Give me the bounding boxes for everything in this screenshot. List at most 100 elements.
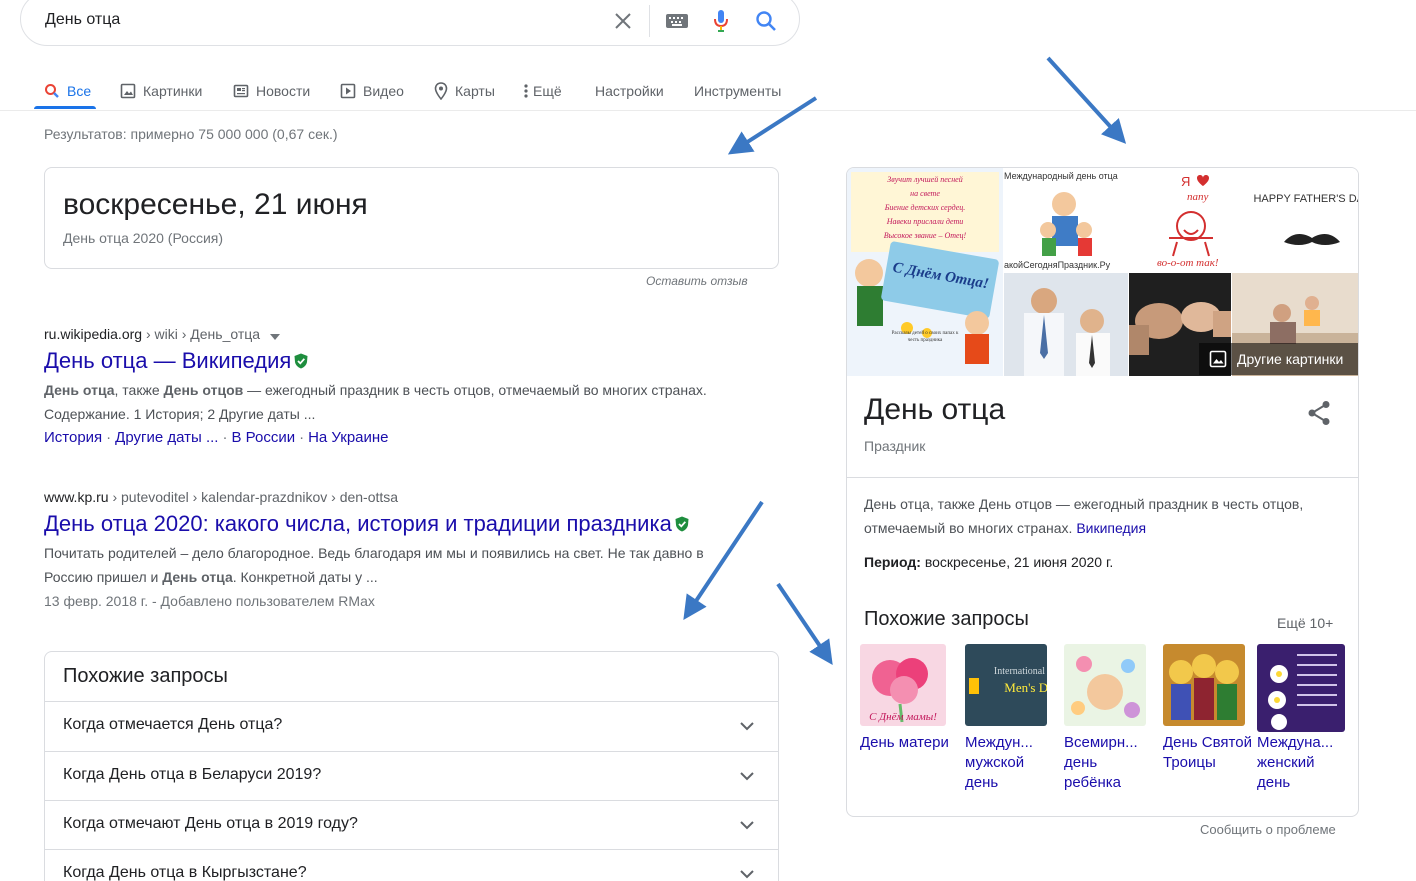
kp-subtitle: Праздник <box>864 438 926 454</box>
tab-tools[interactable]: Инструменты <box>694 76 781 106</box>
chevron-down-icon <box>740 866 754 881</box>
report-problem-link[interactable]: Сообщить о проблеме <box>1200 822 1336 837</box>
more-vert-icon <box>524 84 528 98</box>
thumb-text: Men's DAY <box>1004 680 1047 695</box>
image-caption: во-о-от так! <box>1157 257 1219 269</box>
poem-line: Навеки прислали дети <box>886 217 964 226</box>
poem-line: Биение детских сердец. <box>884 203 966 212</box>
search-result: www.kp.ru › putevoditel › kalendar-prazd… <box>44 487 744 613</box>
tab-maps[interactable]: Карты <box>434 76 495 106</box>
search-box[interactable]: День отца <box>20 0 800 46</box>
tab-more[interactable]: Ещё <box>524 76 562 106</box>
date-answer-card: воскресенье, 21 июня День отца 2020 (Рос… <box>44 167 779 269</box>
tab-news[interactable]: Новости <box>233 76 310 106</box>
image-caption: Международный день отца <box>1004 171 1118 181</box>
search-icon[interactable] <box>753 7 779 35</box>
related-entity-womens-day[interactable]: Междуна... женский день <box>1257 644 1347 793</box>
annotation-arrow <box>776 582 833 665</box>
related-question-item[interactable]: Когда День отца в Кыргызстане? <box>45 849 778 881</box>
related-thumbnail <box>1257 644 1345 732</box>
kp-related-heading: Похожие запросы <box>864 608 1029 630</box>
answer-date: воскресенье, 21 июня <box>63 188 368 221</box>
sitelink-russia[interactable]: В России <box>231 429 295 446</box>
kp-title: День отца <box>864 393 1006 426</box>
kp-description: День отца, также День отцов — ежегодный … <box>864 496 1304 536</box>
more-images-button[interactable]: Другие картинки <box>1199 343 1358 375</box>
clear-icon[interactable] <box>611 7 635 35</box>
kp-related-more-link[interactable]: Ещё 10+ <box>1277 615 1333 631</box>
microphone-icon[interactable] <box>709 7 733 35</box>
share-icon[interactable] <box>1307 400 1331 431</box>
result-snippet: Почитать родителей – дело благородное. В… <box>44 545 704 585</box>
kp-image-greeting-card[interactable]: Звучит лучшей песней на свете Биение дет… <box>847 168 1003 376</box>
poem-line: Высокое звание – Отец! <box>884 231 967 240</box>
result-meta: 13 февр. 2018 г. - Добавлено пользовател… <box>44 593 375 609</box>
search-divider <box>649 5 650 37</box>
sitelink-ukraine[interactable]: На Украине <box>308 429 388 446</box>
chevron-down-icon <box>740 768 754 786</box>
wikipedia-link[interactable]: Википедия <box>1076 520 1146 536</box>
search-icon <box>44 83 60 99</box>
active-tab-indicator <box>34 106 96 109</box>
caret-down-icon[interactable] <box>269 325 280 345</box>
related-thumbnail <box>1163 644 1245 726</box>
keyboard-icon[interactable] <box>665 7 689 35</box>
news-icon <box>233 83 249 99</box>
answer-description: День отца 2020 (Россия) <box>63 230 224 246</box>
result-url[interactable]: ru.wikipedia.org › wiki › День_отца <box>44 324 734 344</box>
tab-settings[interactable]: Настройки <box>595 76 664 106</box>
result-sitelinks: История · Другие даты ... · В России · На Укра… <box>44 429 389 446</box>
results-stats: Результатов: примерно 75 000 000 (0,67 с… <box>44 126 338 142</box>
related-thumbnail: International Men's DAY <box>965 644 1047 726</box>
chevron-down-icon <box>740 718 754 736</box>
poem-line: на свете <box>910 189 940 198</box>
verified-shield-icon <box>293 353 309 369</box>
related-question-item[interactable]: Когда День отца в Беларуси 2019? <box>45 751 778 801</box>
related-questions-heading: Похожие запросы <box>63 665 228 687</box>
card-caption: Рассказы детей о своих папах к <box>892 331 959 336</box>
video-icon <box>340 83 356 99</box>
sitelink-other-dates[interactable]: Другие даты ... <box>115 429 218 446</box>
tab-images[interactable]: Картинки <box>120 76 202 106</box>
kp-image-love-papa[interactable]: Я папу во-о-от так! <box>1129 168 1253 272</box>
image-caption: папу <box>1187 191 1209 203</box>
image-caption: акойСегодняПраздник.Ру <box>1004 260 1111 270</box>
map-pin-icon <box>434 82 448 100</box>
poem-line: Звучит лучшей песней <box>887 175 962 184</box>
tab-video[interactable]: Видео <box>340 76 404 106</box>
related-thumbnail <box>1064 644 1146 726</box>
related-entity-mens-day[interactable]: InternationalMen's DAY Междун... мужской… <box>965 644 1055 793</box>
image-caption: Я <box>1181 174 1190 189</box>
result-snippet: День отца, также День отцов — ежегодный … <box>44 382 707 422</box>
search-input[interactable]: День отца <box>45 11 120 29</box>
thumb-text: С Днём мамы! <box>869 711 937 723</box>
search-result: ru.wikipedia.org › wiki › День_отца День… <box>44 324 734 450</box>
sitelink-history[interactable]: История <box>44 429 102 446</box>
related-entity-mothers-day[interactable]: С Днём мамы! День матери <box>860 644 950 753</box>
image-icon <box>120 83 136 99</box>
chevron-down-icon <box>740 817 754 835</box>
result-title-link[interactable]: День отца — Википедия <box>44 347 291 375</box>
knowledge-panel: Звучит лучшей песней на свете Биение дет… <box>846 167 1359 817</box>
feedback-link[interactable]: Оставить отзыв <box>646 274 748 288</box>
kp-image-father-son[interactable] <box>1004 273 1128 376</box>
kp-image-cartoon[interactable]: Международный день отца акойСегодняПразд… <box>1004 168 1128 272</box>
tab-all[interactable]: Все <box>44 76 91 106</box>
verified-shield-icon <box>674 516 690 532</box>
related-entity-childrens-day[interactable]: Всемирн... день ребёнка <box>1064 644 1154 793</box>
kp-image-happy-fathers-day[interactable]: HAPPY FATHER'S DAY <box>1254 168 1359 272</box>
related-entity-trinity-day[interactable]: День Святой Троицы <box>1163 644 1253 773</box>
result-title-link[interactable]: День отца 2020: какого числа, история и … <box>44 510 672 538</box>
image-icon <box>1209 350 1227 368</box>
image-caption: HAPPY FATHER'S DAY <box>1254 193 1359 205</box>
kp-period: Период: воскресенье, 21 июня 2020 г. <box>864 554 1114 570</box>
kp-divider <box>847 477 1358 478</box>
related-questions: Похожие запросы Когда отмечается День от… <box>44 651 779 881</box>
related-thumbnail: С Днём мамы! <box>860 644 946 726</box>
related-question-item[interactable]: Когда отмечается День отца? <box>45 701 778 751</box>
related-question-item[interactable]: Когда отмечают День отца в 2019 году? <box>45 800 778 850</box>
thumb-text: International <box>994 666 1045 677</box>
result-url[interactable]: www.kp.ru › putevoditel › kalendar-prazd… <box>44 487 744 507</box>
search-tabs: Все Картинки Новости Видео Карты Ещё Нас… <box>0 70 1416 111</box>
card-caption: честь праздника <box>908 338 943 343</box>
